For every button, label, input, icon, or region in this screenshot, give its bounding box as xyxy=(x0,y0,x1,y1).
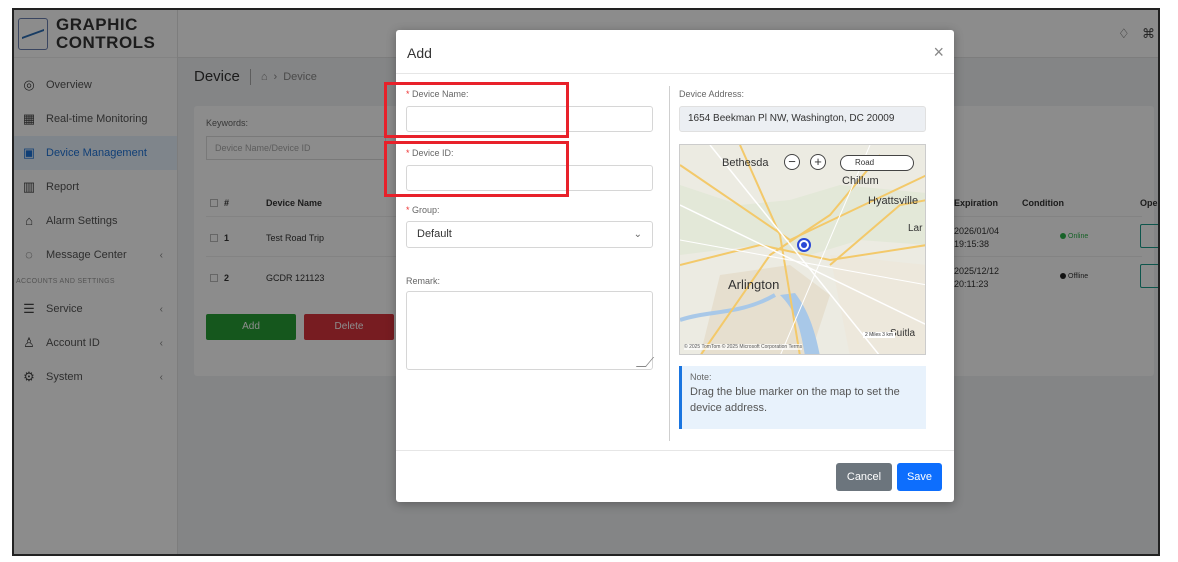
chevron-down-icon: ⌄ xyxy=(633,229,642,240)
dialog-title: Add xyxy=(407,45,432,61)
remark-textarea[interactable] xyxy=(406,291,655,370)
device-name-label: * Device Name: xyxy=(406,89,469,99)
save-button[interactable]: Save xyxy=(897,463,942,491)
map-style-selector[interactable]: Road xyxy=(840,155,914,171)
device-id-label: * Device ID: xyxy=(406,148,454,158)
add-device-dialog: Add × * Device Name: * Device ID: * Grou… xyxy=(396,30,954,502)
note-text: Drag the blue marker on the map to set t… xyxy=(690,386,900,414)
note-box: Note: Drag the blue marker on the map to… xyxy=(679,366,926,429)
map[interactable]: Bethesda − + Road Chillum Hyattsville La… xyxy=(679,144,926,355)
cancel-button[interactable]: Cancel xyxy=(836,463,892,491)
map-marker[interactable] xyxy=(797,238,811,252)
group-select[interactable]: Default ⌄ xyxy=(406,221,653,248)
map-attribution: © 2025 TomTom © 2025 Microsoft Corporati… xyxy=(684,344,803,350)
device-id-input[interactable] xyxy=(406,165,653,191)
close-icon[interactable]: × xyxy=(933,42,944,63)
device-address-input[interactable]: 1654 Beekman Pl NW, Washington, DC 20009 xyxy=(679,106,926,132)
remark-label: Remark: xyxy=(406,276,441,286)
zoom-out-button[interactable]: − xyxy=(784,154,800,170)
resize-handle-icon[interactable] xyxy=(635,357,655,367)
app-window: GRAPHIC CONTROLS ◎ Overview ▦ Real-time … xyxy=(12,8,1160,556)
device-address-label: Device Address: xyxy=(679,89,745,99)
device-name-input[interactable] xyxy=(406,106,653,132)
map-scale: 2 Miles 3 km xyxy=(862,332,895,338)
note-title: Note: xyxy=(690,372,712,382)
group-label: * Group: xyxy=(406,205,440,215)
zoom-in-button[interactable]: + xyxy=(810,154,826,170)
